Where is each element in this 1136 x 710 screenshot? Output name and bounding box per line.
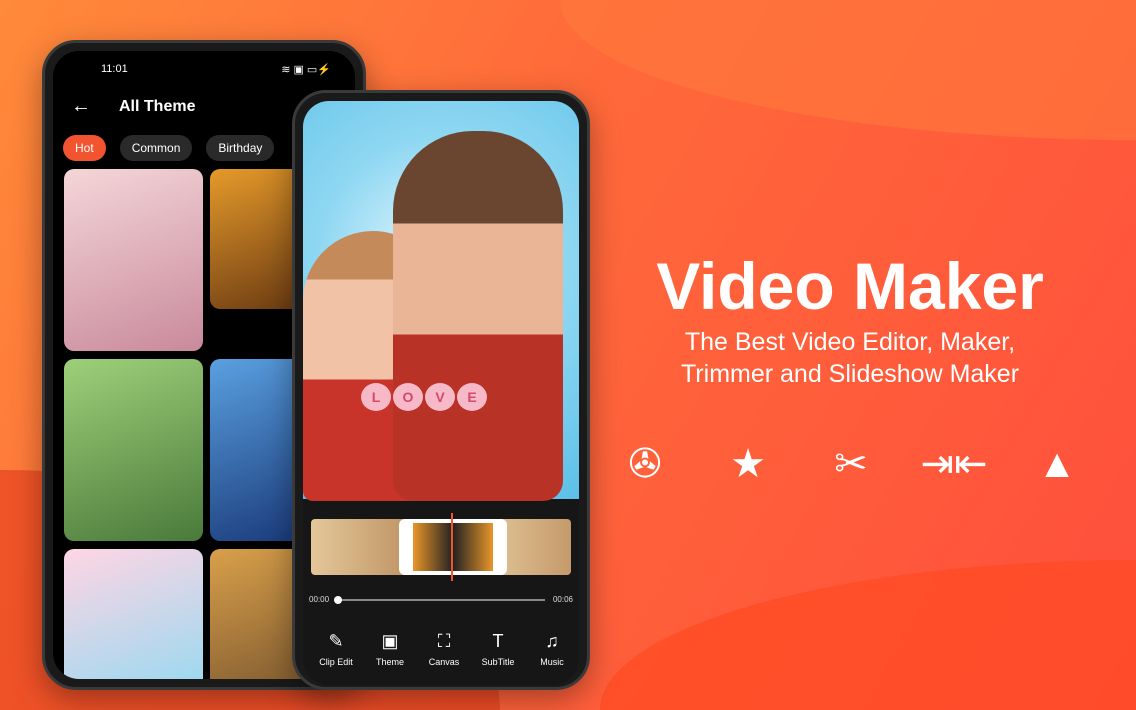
clip-edit-icon: ✎ [328, 631, 344, 651]
editor-screen: LOVE 00:00 00:06 ✎ Clip Edit ▣ Theme ⛶ Canvas… [303, 101, 579, 685]
canvas-icon: ⛶ [437, 631, 451, 651]
preview-photo [393, 131, 563, 501]
playback-progress: 00:00 00:06 [309, 595, 573, 604]
headline: Video Maker [656, 249, 1044, 323]
background-wave [560, 0, 1136, 140]
seek-knob[interactable] [334, 595, 343, 604]
theme-icon: ▣ [381, 631, 399, 651]
tool-subtitle-button[interactable]: T SubTitle [471, 631, 525, 667]
love-letter: E [457, 383, 487, 411]
theme-thumbnail[interactable] [64, 169, 203, 351]
subheadline-line: Trimmer and Slideshow Maker [680, 360, 1020, 388]
seek-bar[interactable] [334, 595, 545, 604]
tab-common[interactable]: Common [119, 135, 193, 161]
tool-theme-button[interactable]: ▣ Theme [363, 631, 417, 667]
film-reel-icon: ✇ [628, 442, 662, 486]
theme-thumbnail[interactable] [64, 359, 203, 541]
music-icon: ♫ [545, 631, 559, 651]
theme-grid [64, 169, 310, 679]
tool-clip-edit-button[interactable]: ✎ Clip Edit [309, 631, 363, 667]
clip-edit-label: Clip Edit [319, 657, 353, 667]
playhead[interactable] [451, 513, 453, 581]
clip-timeline[interactable] [311, 513, 571, 581]
merge-icon: ⇥⇤ [920, 442, 988, 486]
status-time: 11:01 [101, 63, 128, 75]
theme-thumbnail[interactable] [64, 549, 203, 679]
subheadline: The Best Video Editor, Maker, Trimmer an… [600, 326, 1100, 390]
editor-toolbar: ✎ Clip Edit ▣ Theme ⛶ Canvas T SubTitle ♫ Music [309, 631, 579, 667]
tool-music-button[interactable]: ♫ Music [525, 631, 579, 667]
theme-label: Theme [375, 657, 404, 667]
canvas-label: Canvas [428, 657, 460, 667]
subtitle-icon: T [492, 631, 504, 651]
subtitle-label: SubTitle [481, 657, 515, 667]
theme-star-icon: ★ [730, 442, 766, 486]
background-wave [600, 560, 1136, 710]
tab-hot[interactable]: Hot [63, 135, 106, 161]
status-icons: ≋ ▣ ▭⚡ [281, 64, 331, 76]
status-bar: 11:01 ≋ ▣ ▭⚡ [101, 63, 331, 76]
film-cut-icon: ✂ [834, 442, 868, 486]
selected-clip[interactable] [399, 519, 507, 575]
video-preview[interactable]: LOVE [303, 101, 579, 501]
tab-birthday[interactable]: Birthday [206, 135, 275, 161]
subheadline-line: The Best Video Editor, Maker, [684, 328, 1016, 356]
time-end: 00:06 [552, 595, 573, 604]
tool-canvas-button[interactable]: ⛶ Canvas [417, 631, 471, 667]
image-icon: ▲ [1037, 441, 1077, 486]
feature-icons: ✇ ★ ✂ ⇥⇤ ▲ [620, 440, 1082, 488]
back-arrow-icon[interactable]: ← [71, 95, 91, 118]
love-letter: O [393, 383, 423, 411]
music-label: Music [540, 657, 564, 667]
page-title: All Theme [119, 97, 196, 115]
love-letter: V [425, 383, 455, 411]
theme-tabs: Hot Common Birthday [63, 135, 275, 161]
editor-phone: LOVE 00:00 00:06 ✎ Clip Edit ▣ Theme ⛶ Canvas… [292, 90, 590, 690]
time-start: 00:00 [309, 595, 330, 604]
love-letter: L [361, 383, 391, 411]
love-sticker[interactable]: LOVE [361, 383, 487, 411]
